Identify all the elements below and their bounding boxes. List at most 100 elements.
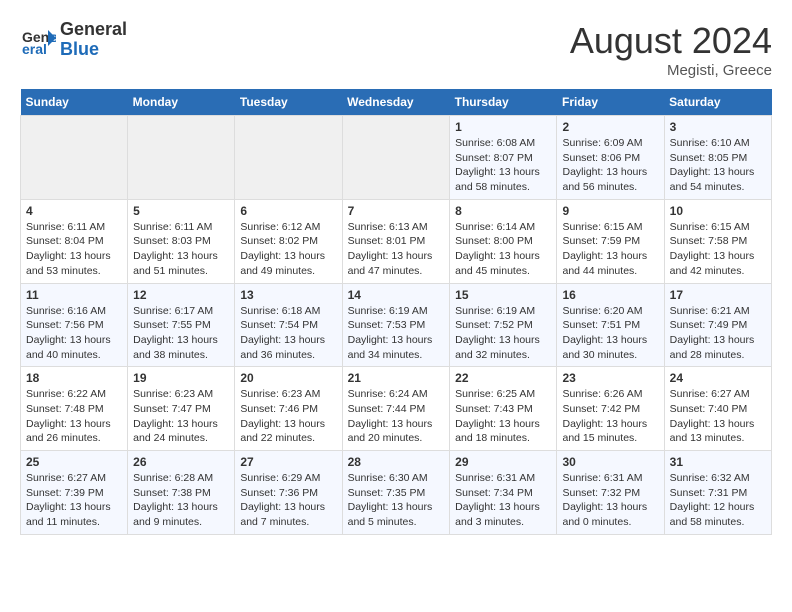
day-number: 27 xyxy=(240,455,336,469)
day-info: Sunrise: 6:28 AMSunset: 7:38 PMDaylight:… xyxy=(133,471,229,530)
day-number: 19 xyxy=(133,371,229,385)
day-info: Sunrise: 6:30 AMSunset: 7:35 PMDaylight:… xyxy=(348,471,445,530)
subtitle: Megisti, Greece xyxy=(570,62,772,79)
day-number: 17 xyxy=(670,288,766,302)
calendar-cell-19: 19 Sunrise: 6:23 AMSunset: 7:47 PMDayligh… xyxy=(128,367,235,451)
day-info: Sunrise: 6:14 AMSunset: 8:00 PMDaylight:… xyxy=(455,220,551,279)
day-info: Sunrise: 6:08 AMSunset: 8:07 PMDaylight:… xyxy=(455,136,551,195)
day-info: Sunrise: 6:26 AMSunset: 7:42 PMDaylight:… xyxy=(562,387,658,446)
day-header-saturday: Saturday xyxy=(664,89,771,116)
calendar-cell-23: 23Sunrise: 6:26 AMSunset: 7:42 PMDayligh… xyxy=(557,367,664,451)
calendar-cell-13: 13 Sunrise: 6:18 AMSunset: 7:54 PMDayligh… xyxy=(235,283,342,367)
day-number: 10 xyxy=(670,204,766,218)
day-header-monday: Monday xyxy=(128,89,235,116)
header-row: SundayMondayTuesdayWednesdayThursdayFrid… xyxy=(21,89,772,116)
day-info: Sunrise: 6:32 AMSunset: 7:31 PMDaylight:… xyxy=(670,471,766,530)
calendar-cell-3: 3 Sunrise: 6:10 AMSunset: 8:05 PMDaylight… xyxy=(664,116,771,200)
calendar-cell-9: 9 Sunrise: 6:15 AMSunset: 7:59 PMDaylight… xyxy=(557,199,664,283)
day-number: 28 xyxy=(348,455,445,469)
calendar-cell-empty-0-3 xyxy=(342,116,450,200)
day-info: Sunrise: 6:24 AMSunset: 7:44 PMDaylight:… xyxy=(348,387,445,446)
calendar-cell-11: 11Sunrise: 6:16 AMSunset: 7:56 PMDayligh… xyxy=(21,283,128,367)
logo: Gen eral B General Blue xyxy=(20,20,127,60)
day-number: 29 xyxy=(455,455,551,469)
calendar-cell-20: 20 Sunrise: 6:23 AMSunset: 7:46 PMDayligh… xyxy=(235,367,342,451)
day-info: Sunrise: 6:09 AMSunset: 8:06 PMDaylight:… xyxy=(562,136,658,195)
calendar-cell-21: 21 Sunrise: 6:24 AMSunset: 7:44 PMDayligh… xyxy=(342,367,450,451)
calendar-cell-16: 16 Sunrise: 6:20 AMSunset: 7:51 PMDayligh… xyxy=(557,283,664,367)
day-number: 9 xyxy=(562,204,658,218)
day-number: 18 xyxy=(26,371,122,385)
day-info: Sunrise: 6:18 AMSunset: 7:54 PMDaylight:… xyxy=(240,304,336,363)
day-info: Sunrise: 6:22 AMSunset: 7:48 PMDaylight:… xyxy=(26,387,122,446)
calendar-cell-24: 24Sunrise: 6:27 AMSunset: 7:40 PMDayligh… xyxy=(664,367,771,451)
calendar-cell-28: 28 Sunrise: 6:30 AMSunset: 7:35 PMDayligh… xyxy=(342,451,450,535)
calendar-table: SundayMondayTuesdayWednesdayThursdayFrid… xyxy=(20,89,772,535)
day-number: 22 xyxy=(455,371,551,385)
calendar-cell-empty-0-0 xyxy=(21,116,128,200)
calendar-cell-empty-0-2 xyxy=(235,116,342,200)
main-title: August 2024 xyxy=(570,20,772,62)
svg-text:B: B xyxy=(50,33,56,45)
week-row-3: 11Sunrise: 6:16 AMSunset: 7:56 PMDayligh… xyxy=(21,283,772,367)
calendar-cell-31: 31 Sunrise: 6:32 AMSunset: 7:31 PMDayligh… xyxy=(664,451,771,535)
day-number: 16 xyxy=(562,288,658,302)
day-info: Sunrise: 6:17 AMSunset: 7:55 PMDaylight:… xyxy=(133,304,229,363)
day-header-thursday: Thursday xyxy=(450,89,557,116)
day-info: Sunrise: 6:15 AMSunset: 7:59 PMDaylight:… xyxy=(562,220,658,279)
day-info: Sunrise: 6:11 AMSunset: 8:04 PMDaylight:… xyxy=(26,220,122,279)
week-row-1: 1Sunrise: 6:08 AMSunset: 8:07 PMDaylight… xyxy=(21,116,772,200)
day-header-friday: Friday xyxy=(557,89,664,116)
calendar-cell-10: 10 Sunrise: 6:15 AMSunset: 7:58 PMDayligh… xyxy=(664,199,771,283)
day-number: 6 xyxy=(240,204,336,218)
day-number: 14 xyxy=(348,288,445,302)
day-info: Sunrise: 6:19 AMSunset: 7:53 PMDaylight:… xyxy=(348,304,445,363)
day-number: 25 xyxy=(26,455,122,469)
day-number: 20 xyxy=(240,371,336,385)
day-number: 30 xyxy=(562,455,658,469)
calendar-cell-12: 12Sunrise: 6:17 AMSunset: 7:55 PMDayligh… xyxy=(128,283,235,367)
day-info: Sunrise: 6:12 AMSunset: 8:02 PMDaylight:… xyxy=(240,220,336,279)
day-info: Sunrise: 6:29 AMSunset: 7:36 PMDaylight:… xyxy=(240,471,336,530)
day-info: Sunrise: 6:15 AMSunset: 7:58 PMDaylight:… xyxy=(670,220,766,279)
calendar-cell-2: 2 Sunrise: 6:09 AMSunset: 8:06 PMDaylight… xyxy=(557,116,664,200)
day-number: 13 xyxy=(240,288,336,302)
day-number: 21 xyxy=(348,371,445,385)
day-header-sunday: Sunday xyxy=(21,89,128,116)
logo-icon: Gen eral B xyxy=(20,22,56,58)
day-info: Sunrise: 6:11 AMSunset: 8:03 PMDaylight:… xyxy=(133,220,229,279)
day-info: Sunrise: 6:31 AMSunset: 7:32 PMDaylight:… xyxy=(562,471,658,530)
calendar-cell-25: 25 Sunrise: 6:27 AMSunset: 7:39 PMDayligh… xyxy=(21,451,128,535)
day-info: Sunrise: 6:19 AMSunset: 7:52 PMDaylight:… xyxy=(455,304,551,363)
day-info: Sunrise: 6:27 AMSunset: 7:39 PMDaylight:… xyxy=(26,471,122,530)
calendar-cell-18: 18 Sunrise: 6:22 AMSunset: 7:48 PMDayligh… xyxy=(21,367,128,451)
page-header: Gen eral B General Blue August 2024 Megi… xyxy=(20,20,772,79)
day-number: 15 xyxy=(455,288,551,302)
week-row-4: 18 Sunrise: 6:22 AMSunset: 7:48 PMDayligh… xyxy=(21,367,772,451)
calendar-cell-22: 22 Sunrise: 6:25 AMSunset: 7:43 PMDayligh… xyxy=(450,367,557,451)
day-info: Sunrise: 6:25 AMSunset: 7:43 PMDaylight:… xyxy=(455,387,551,446)
day-number: 3 xyxy=(670,120,766,134)
calendar-cell-29: 29Sunrise: 6:31 AMSunset: 7:34 PMDayligh… xyxy=(450,451,557,535)
day-number: 8 xyxy=(455,204,551,218)
day-info: Sunrise: 6:23 AMSunset: 7:46 PMDaylight:… xyxy=(240,387,336,446)
day-number: 4 xyxy=(26,204,122,218)
day-info: Sunrise: 6:21 AMSunset: 7:49 PMDaylight:… xyxy=(670,304,766,363)
week-row-2: 4 Sunrise: 6:11 AMSunset: 8:04 PMDaylight… xyxy=(21,199,772,283)
day-number: 5 xyxy=(133,204,229,218)
calendar-cell-empty-0-1 xyxy=(128,116,235,200)
day-info: Sunrise: 6:10 AMSunset: 8:05 PMDaylight:… xyxy=(670,136,766,195)
calendar-cell-15: 15 Sunrise: 6:19 AMSunset: 7:52 PMDayligh… xyxy=(450,283,557,367)
calendar-cell-27: 27 Sunrise: 6:29 AMSunset: 7:36 PMDayligh… xyxy=(235,451,342,535)
day-number: 2 xyxy=(562,120,658,134)
calendar-cell-30: 30 Sunrise: 6:31 AMSunset: 7:32 PMDayligh… xyxy=(557,451,664,535)
day-number: 31 xyxy=(670,455,766,469)
calendar-cell-14: 14 Sunrise: 6:19 AMSunset: 7:53 PMDayligh… xyxy=(342,283,450,367)
logo-general-text: General xyxy=(60,20,127,40)
day-info: Sunrise: 6:23 AMSunset: 7:47 PMDaylight:… xyxy=(133,387,229,446)
calendar-cell-26: 26Sunrise: 6:28 AMSunset: 7:38 PMDayligh… xyxy=(128,451,235,535)
calendar-cell-7: 7Sunrise: 6:13 AMSunset: 8:01 PMDaylight… xyxy=(342,199,450,283)
calendar-cell-5: 5 Sunrise: 6:11 AMSunset: 8:03 PMDaylight… xyxy=(128,199,235,283)
day-info: Sunrise: 6:20 AMSunset: 7:51 PMDaylight:… xyxy=(562,304,658,363)
calendar-cell-6: 6 Sunrise: 6:12 AMSunset: 8:02 PMDaylight… xyxy=(235,199,342,283)
